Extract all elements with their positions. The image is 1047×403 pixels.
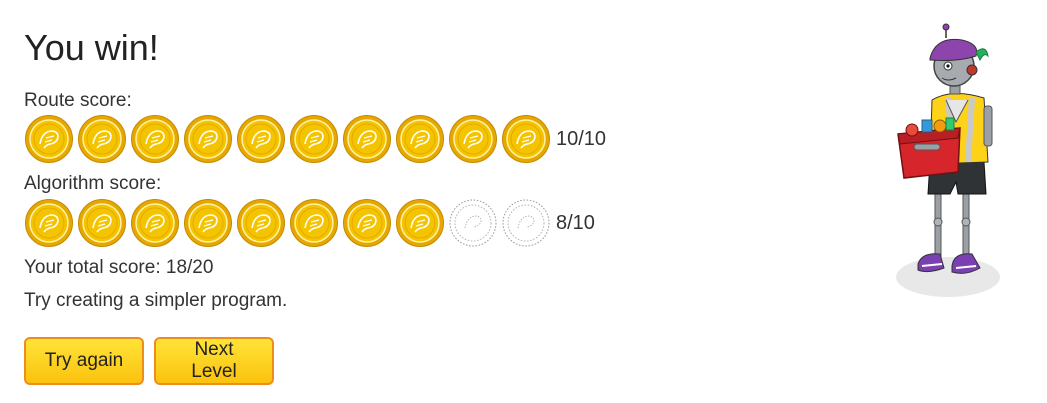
gold-coin-icon bbox=[343, 199, 391, 247]
next-level-button[interactable]: Next Level bbox=[154, 337, 274, 385]
gold-coin-icon bbox=[449, 115, 497, 163]
gold-coin-icon bbox=[184, 199, 232, 247]
gold-coin-icon bbox=[290, 115, 338, 163]
gold-coin-icon bbox=[78, 199, 126, 247]
gold-coin-icon bbox=[25, 199, 73, 247]
gold-coin-icon bbox=[343, 115, 391, 163]
gold-coin-icon bbox=[396, 199, 444, 247]
route-score-value: 10/10 bbox=[556, 127, 607, 150]
try-again-button[interactable]: Try again bbox=[24, 337, 144, 385]
total-score: Your total score: 18/20 bbox=[24, 257, 214, 278]
page-title: You win! bbox=[24, 27, 159, 68]
route-score-label: Route score: bbox=[24, 90, 132, 111]
hint-message: Try creating a simpler program. bbox=[24, 290, 288, 311]
route-score-coins: 10/10 bbox=[24, 113, 606, 165]
algorithm-score-label: Algorithm score: bbox=[24, 173, 162, 194]
empty-coin-outline-icon bbox=[502, 199, 550, 247]
robot-character-illustration bbox=[896, 23, 1000, 297]
gold-coin-icon bbox=[131, 199, 179, 247]
algorithm-score-coins: 8/10 bbox=[24, 197, 595, 249]
algorithm-score-value: 8/10 bbox=[556, 211, 595, 234]
gold-coin-icon bbox=[131, 115, 179, 163]
empty-coin-outline-icon bbox=[449, 199, 497, 247]
gold-coin-icon bbox=[396, 115, 444, 163]
gold-coin-icon bbox=[184, 115, 232, 163]
gold-coin-icon bbox=[78, 115, 126, 163]
gold-coin-icon bbox=[25, 115, 73, 163]
gold-coin-icon bbox=[237, 199, 285, 247]
gold-coin-icon bbox=[290, 199, 338, 247]
gold-coin-icon bbox=[237, 115, 285, 163]
gold-coin-icon bbox=[502, 115, 550, 163]
